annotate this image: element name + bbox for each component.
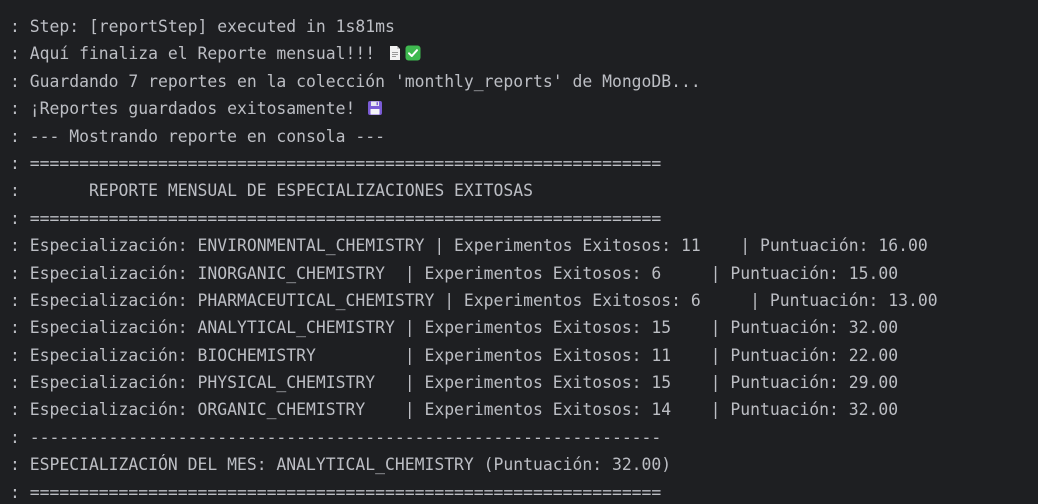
month-winner-line: : ESPECIALIZACIÓN DEL MES: ANALYTICAL_CH… [10,451,1038,478]
page-icon [387,45,403,61]
report-row: : Especialización: PHARMACEUTICAL_CHEMIS… [10,287,1038,314]
report-row: : Especialización: INORGANIC_CHEMISTRY |… [10,260,1038,287]
console-line: : ¡Reportes guardados exitosamente! [10,95,1038,122]
report-row: : Especialización: BIOCHEMISTRY | Experi… [10,342,1038,369]
line-text: : Guardando 7 reportes en la colección '… [10,71,701,91]
line-text: : Aquí finaliza el Reporte mensual!!! [10,44,385,64]
separator-line: : ======================================… [10,205,1038,232]
report-row: : Especialización: ANALYTICAL_CHEMISTRY … [10,314,1038,341]
line-text: : ======================================… [10,153,662,173]
line-text: : Especialización: ORGANIC_CHEMISTRY | E… [10,400,899,420]
line-text: : ¡Reportes guardados exitosamente! [10,99,366,119]
line-text: : ESPECIALIZACIÓN DEL MES: ANALYTICAL_CH… [10,455,672,475]
report-row: : Especialización: ORGANIC_CHEMISTRY | E… [10,396,1038,423]
console-line: : --- Mostrando reporte en consola --- [10,123,1038,150]
separator-line: : ======================================… [10,479,1038,504]
check-mark-icon [405,45,421,61]
line-text: : Especialización: PHARMACEUTICAL_CHEMIS… [10,290,938,310]
report-row: : Especialización: PHYSICAL_CHEMISTRY | … [10,369,1038,396]
console-output: : Step: [reportStep] executed in 1s81ms … [0,0,1038,504]
floppy-disk-icon [367,100,383,116]
line-text: : --- Mostrando reporte en consola --- [10,126,385,146]
console-line: : Step: [reportStep] executed in 1s81ms [10,13,1038,40]
console-line: : Guardando 7 reportes en la colección '… [10,68,1038,95]
line-text: : Especialización: PHYSICAL_CHEMISTRY | … [10,373,899,393]
line-text: : --------------------------------------… [10,427,662,447]
line-text: : ======================================… [10,208,662,228]
separator-line: : --------------------------------------… [10,424,1038,451]
console-line: : Aquí finaliza el Reporte mensual!!! [10,40,1038,67]
report-row: : Especialización: ENVIRONMENTAL_CHEMIST… [10,232,1038,259]
line-text: : REPORTE MENSUAL DE ESPECIALIZACIONES E… [10,181,534,201]
line-text: : Especialización: ANALYTICAL_CHEMISTRY … [10,318,899,338]
line-text: : Especialización: BIOCHEMISTRY | Experi… [10,345,899,365]
line-text: : ======================================… [10,482,662,502]
line-text: : Especialización: INORGANIC_CHEMISTRY |… [10,263,899,283]
line-text: : Especialización: ENVIRONMENTAL_CHEMIST… [10,236,928,256]
separator-line: : ======================================… [10,150,1038,177]
line-text: : Step: [reportStep] executed in 1s81ms [10,17,395,36]
report-title-line: : REPORTE MENSUAL DE ESPECIALIZACIONES E… [10,177,1038,204]
